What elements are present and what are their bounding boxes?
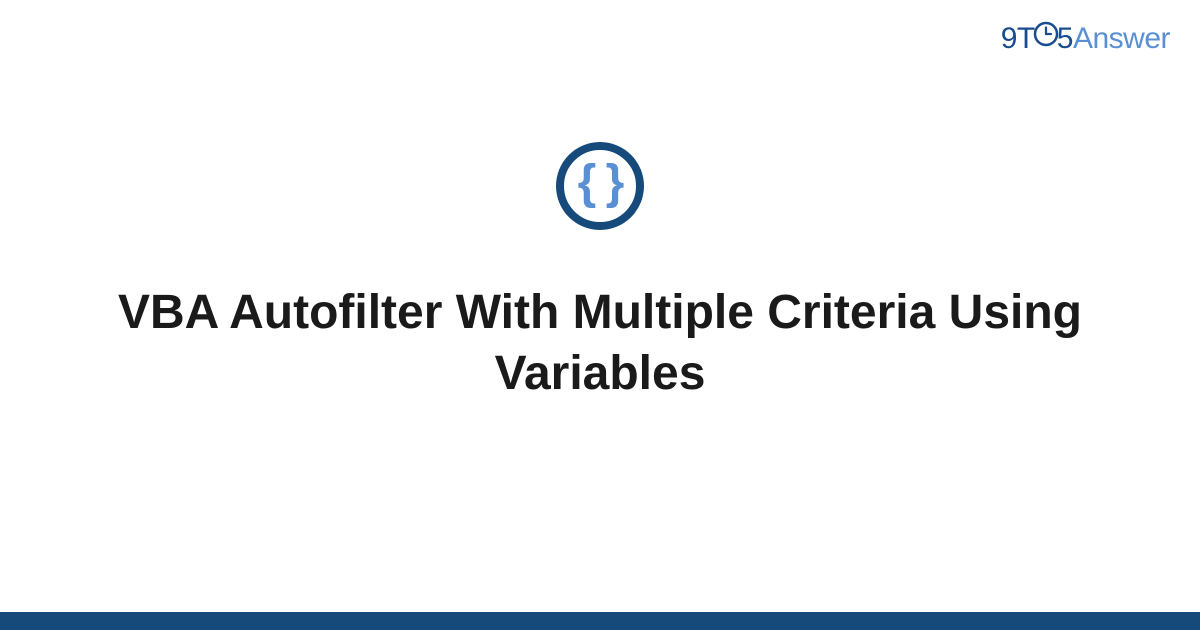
icon-ring: { } <box>556 142 644 230</box>
site-logo: 9T 5Answer <box>1001 22 1170 57</box>
braces-icon: { } <box>578 159 623 207</box>
logo-text-5: 5 <box>1057 22 1073 55</box>
category-icon: { } <box>556 142 644 230</box>
logo-text-9t: 9T <box>1001 22 1035 55</box>
page-title: VBA Autofilter With Multiple Criteria Us… <box>0 282 1200 405</box>
logo-text-answer: Answer <box>1073 22 1170 55</box>
footer-bar <box>0 612 1200 630</box>
clock-icon <box>1033 21 1059 55</box>
